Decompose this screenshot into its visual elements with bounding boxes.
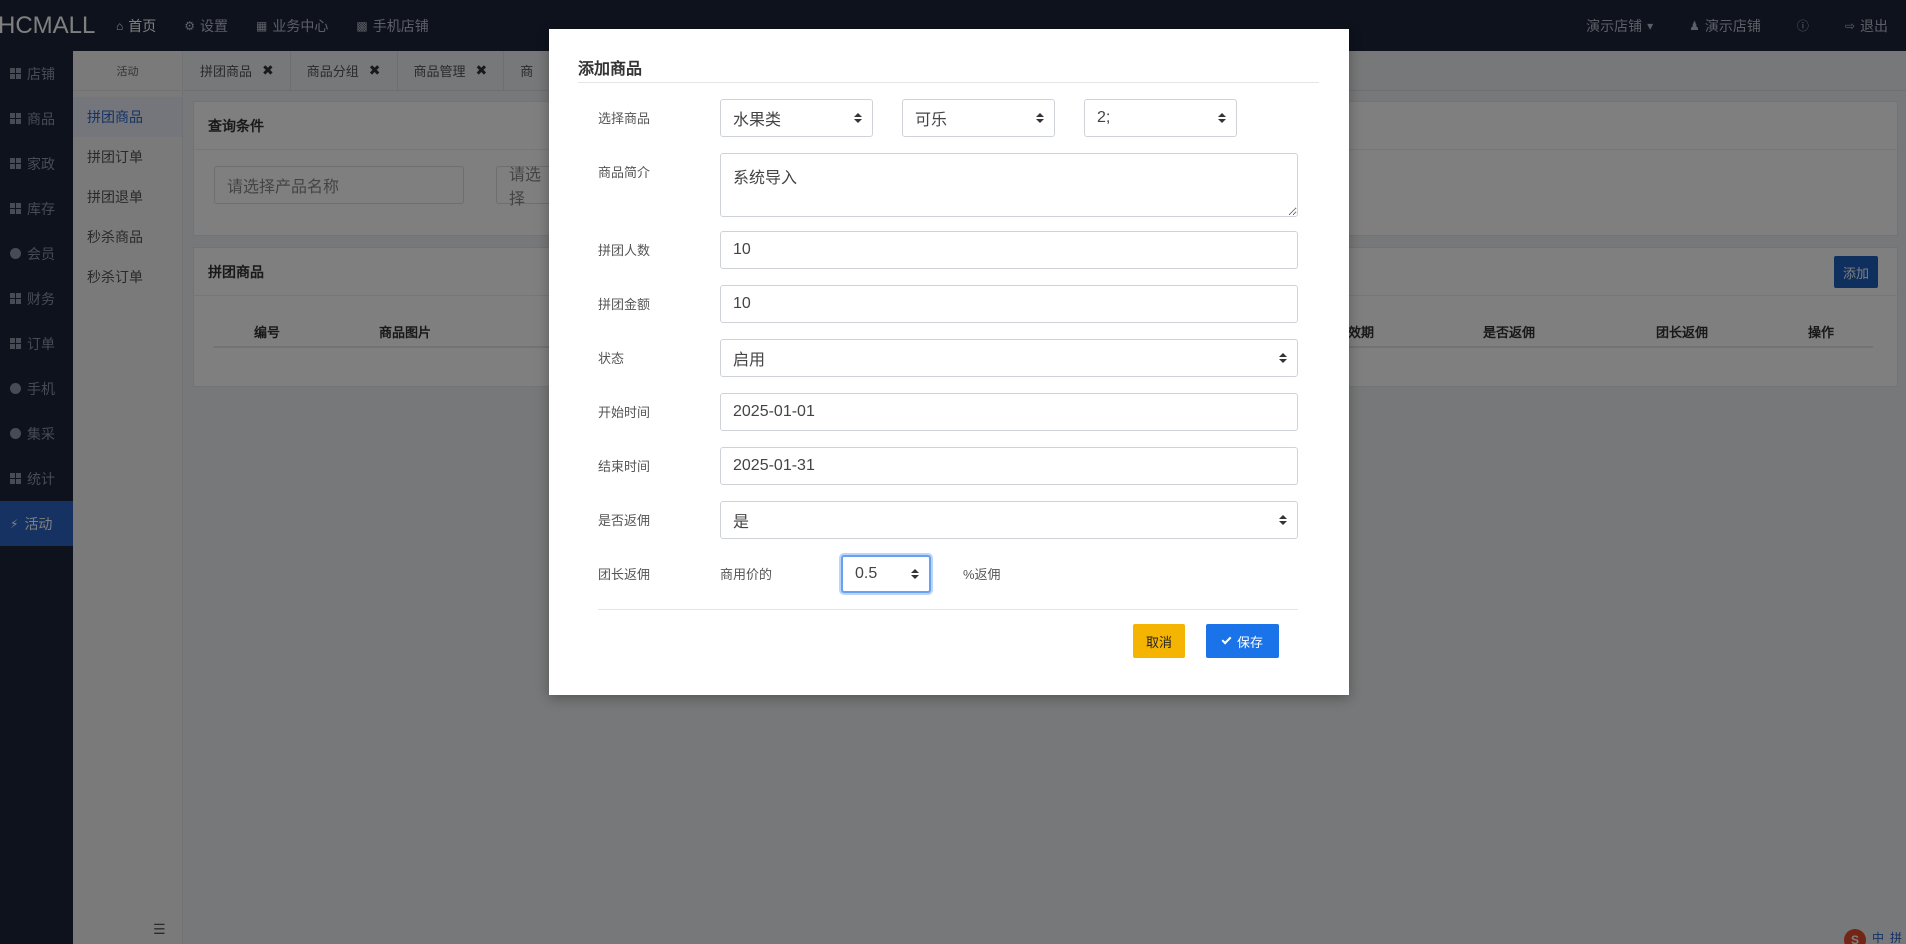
divider [578, 82, 1319, 83]
save-label: 保存 [1236, 634, 1263, 650]
select-arrows-icon [1218, 113, 1226, 123]
intro-label: 商品简介 [598, 165, 651, 180]
intro-textarea[interactable]: 系统导入 [720, 153, 1298, 217]
divider [598, 609, 1298, 610]
end-time-label: 结束时间 [598, 459, 651, 474]
modal-title: 添加商品 [578, 61, 643, 78]
leader-rebate-prefix: 商用价的 [720, 567, 773, 582]
category-select[interactable]: 水果类 [720, 99, 873, 137]
leader-rebate-stepper[interactable]: 0.5 [841, 555, 931, 593]
select-arrows-icon [1279, 515, 1287, 525]
stepper-arrows-icon[interactable] [911, 569, 919, 579]
spec-value: 2; [1097, 109, 1111, 126]
leader-rebate-label: 团长返佣 [598, 567, 651, 582]
select-arrows-icon [854, 113, 862, 123]
rebate-label: 是否返佣 [598, 513, 651, 528]
status-select[interactable]: 启用 [720, 339, 1298, 377]
select-arrows-icon [1036, 113, 1044, 123]
product-value: 可乐 [915, 112, 948, 129]
rebate-select[interactable]: 是 [720, 501, 1298, 539]
status-label: 状态 [598, 351, 625, 366]
start-time-input[interactable]: 2025-01-01 [720, 393, 1298, 431]
amount-label: 拼团金额 [598, 297, 651, 312]
spec-select[interactable]: 2; [1084, 99, 1237, 137]
status-value: 启用 [733, 352, 766, 369]
add-goods-modal: 添加商品 选择商品 水果类 可乐 2; 商品简介 系统导入 拼团人数 10 拼团… [549, 29, 1349, 695]
check-icon [1221, 634, 1232, 645]
save-button[interactable]: 保存 [1206, 624, 1279, 658]
start-time-label: 开始时间 [598, 405, 651, 420]
cancel-button[interactable]: 取消 [1133, 624, 1185, 658]
group-people-input[interactable]: 10 [720, 231, 1298, 269]
group-amount-input[interactable]: 10 [720, 285, 1298, 323]
select-arrows-icon [1279, 353, 1287, 363]
select-product-label: 选择商品 [598, 111, 651, 126]
rebate-value: 是 [733, 514, 750, 531]
product-select[interactable]: 可乐 [902, 99, 1055, 137]
leader-rebate-value: 0.5 [855, 565, 878, 582]
leader-rebate-suffix: %返佣 [963, 567, 1001, 582]
end-time-input[interactable]: 2025-01-31 [720, 447, 1298, 485]
people-label: 拼团人数 [598, 243, 651, 258]
category-value: 水果类 [733, 112, 782, 129]
